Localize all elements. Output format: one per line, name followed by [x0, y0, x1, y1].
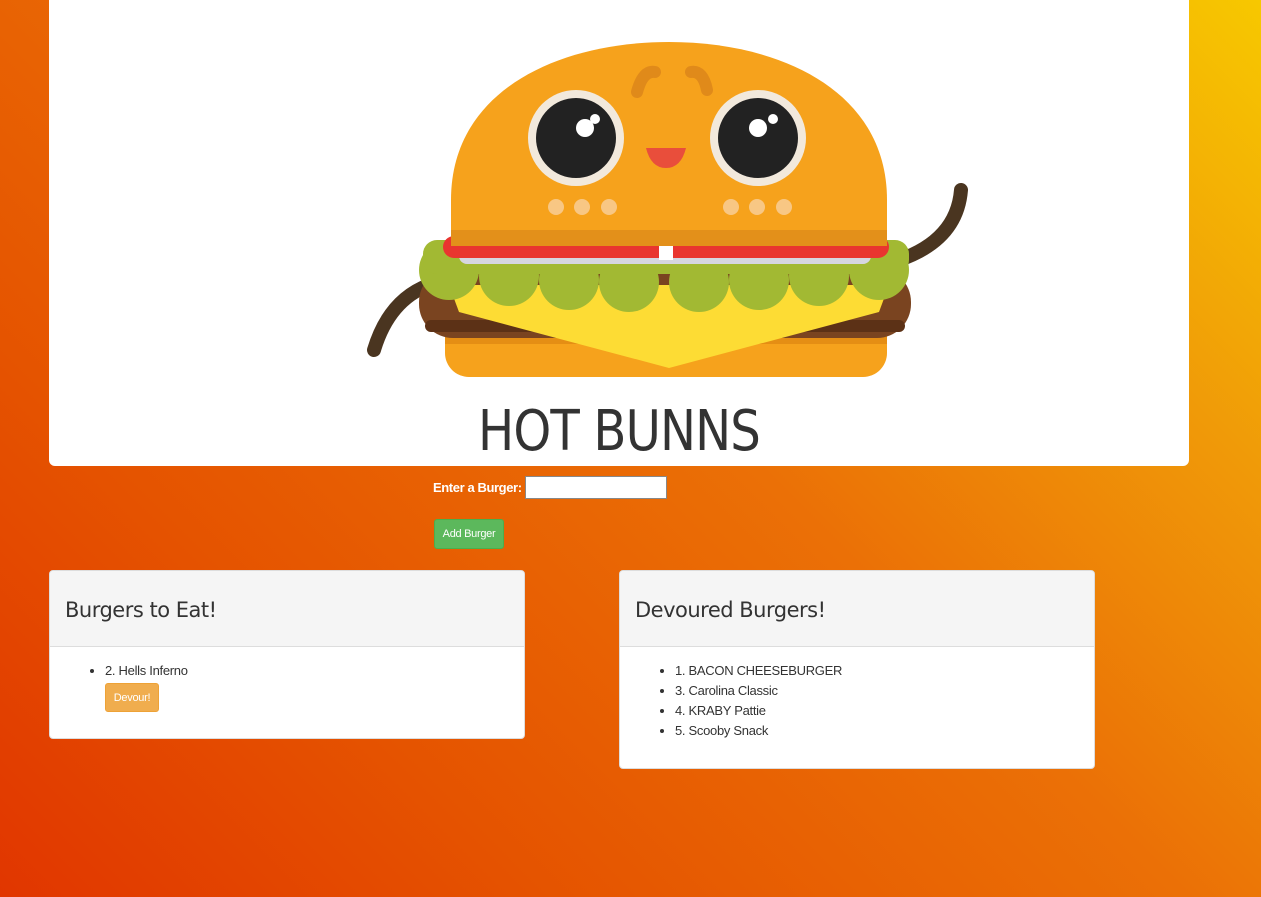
list-item: 5. Scooby Snack	[675, 721, 1079, 741]
burger-name-input[interactable]	[524, 476, 667, 499]
panel-heading: Devoured Burgers!	[620, 571, 1094, 647]
burger-mascot-icon	[367, 42, 968, 377]
devoured-burgers-panel: Devoured Burgers! 1. BACON CHEESEBURGER …	[619, 570, 1095, 769]
list-item: 2. Hells Inferno Devour!	[105, 661, 509, 712]
burgers-to-eat-list: 2. Hells Inferno Devour!	[65, 661, 509, 712]
list-item: 3. Carolina Classic	[675, 681, 1079, 701]
list-item: 1. BACON CHEESEBURGER	[675, 661, 1079, 681]
jumbotron-header: HOT BUNNS	[49, 0, 1189, 466]
add-burger-button[interactable]: Add Burger	[434, 519, 504, 549]
devoured-burgers-list: 1. BACON CHEESEBURGER 3. Carolina Classi…	[635, 661, 1079, 741]
page-title: HOT BUNNS	[477, 399, 761, 464]
burger-input-label: Enter a Burger:	[433, 480, 522, 495]
burgers-to-eat-heading: Burgers to Eat!	[65, 598, 217, 622]
burger-input-row: Enter a Burger:	[433, 476, 667, 499]
list-item: 4. KRABY Pattie	[675, 701, 1079, 721]
burger-name: 2. Hells Inferno	[105, 663, 188, 678]
devoured-burgers-heading: Devoured Burgers!	[635, 598, 826, 622]
burgers-to-eat-panel: Burgers to Eat! 2. Hells Inferno Devour!	[49, 570, 525, 739]
panel-body: 1. BACON CHEESEBURGER 3. Carolina Classi…	[620, 647, 1094, 751]
devour-button[interactable]: Devour!	[105, 683, 159, 712]
panel-heading: Burgers to Eat!	[50, 571, 524, 647]
panel-body: 2. Hells Inferno Devour!	[50, 647, 524, 722]
